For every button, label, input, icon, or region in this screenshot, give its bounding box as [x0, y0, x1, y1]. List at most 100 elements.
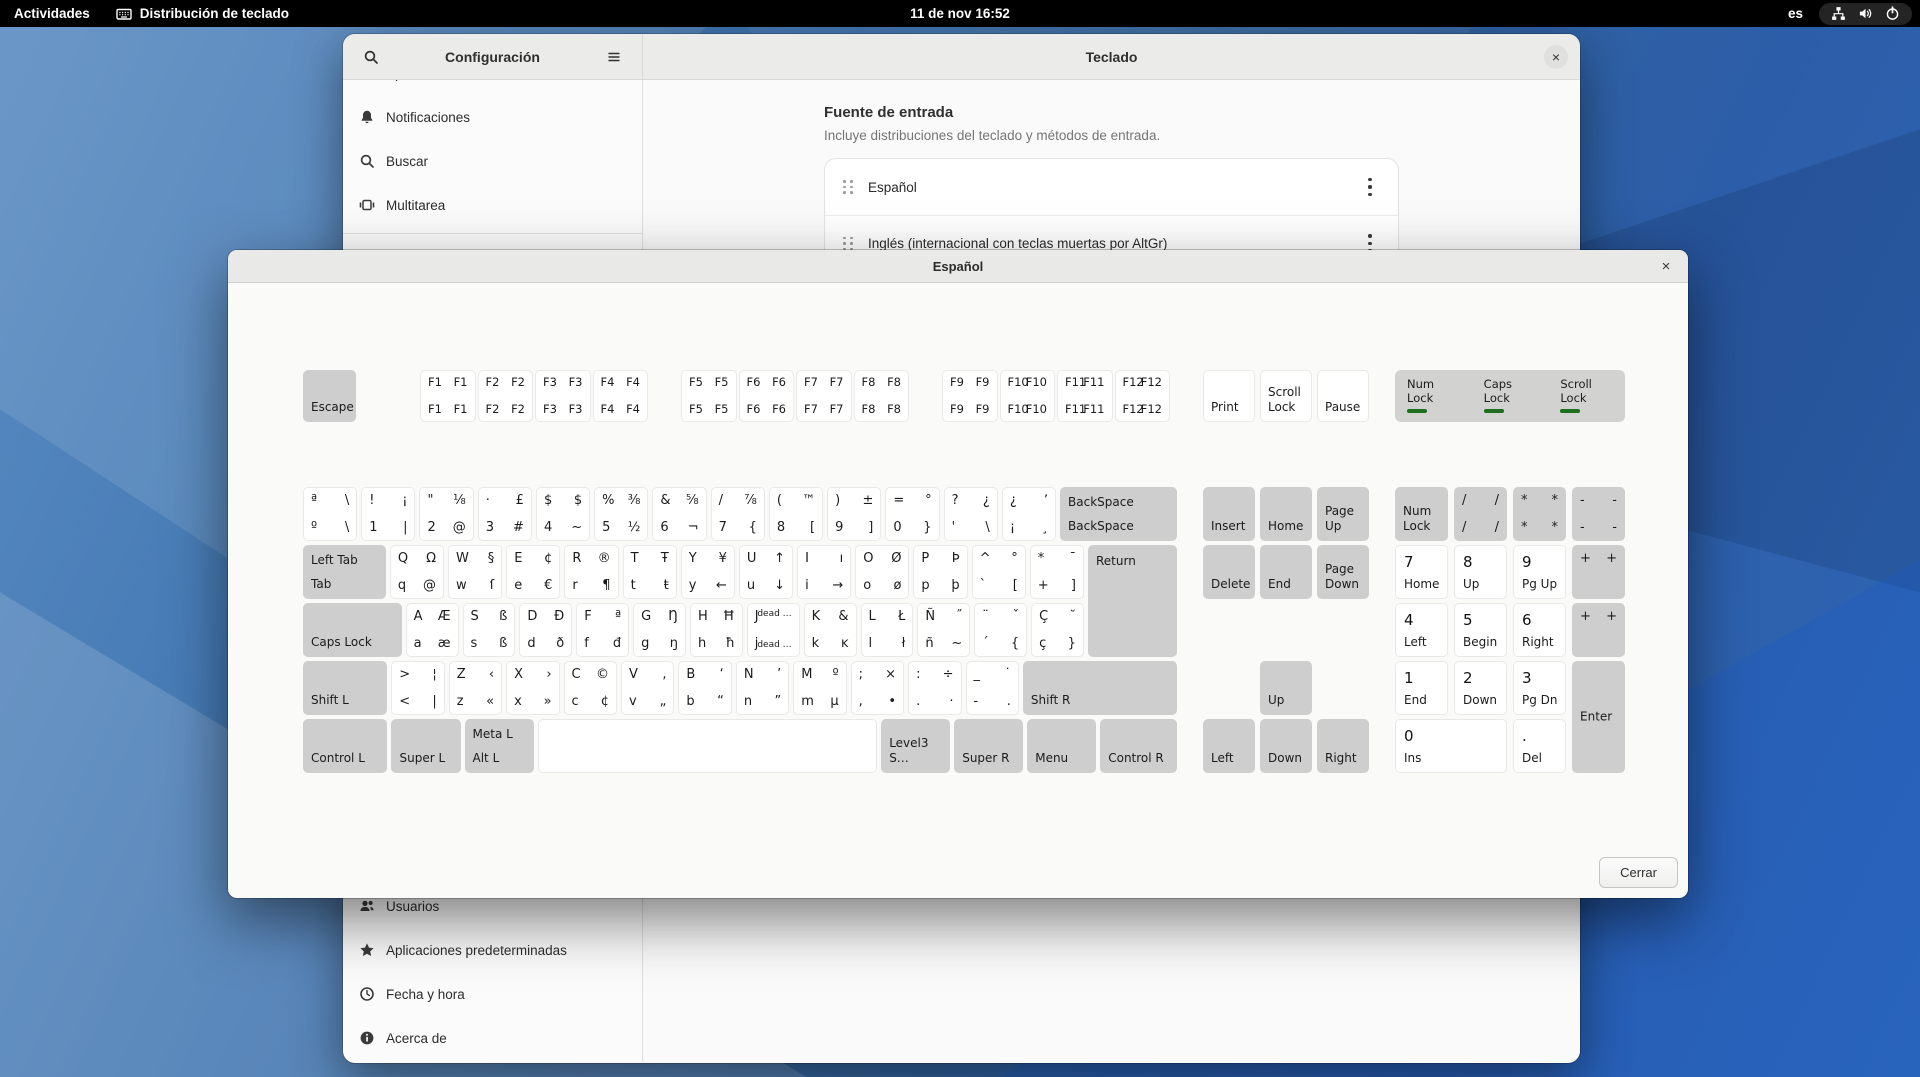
- function-row: EscapeF1F1F1F1F2F2F2F2F3F3F3F3F4F4F4F4F5…: [303, 370, 1177, 422]
- input-source-indicator[interactable]: es: [1788, 6, 1803, 21]
- key-right: Right: [1317, 719, 1369, 773]
- keyboard-main-block: EscapeF1F1F1F1F2F2F2F2F3F3F3F3F4F4F4F4F5…: [303, 370, 1177, 773]
- system-menu-button[interactable]: [1819, 3, 1912, 25]
- nav-row: InsertHomePage Up: [1203, 487, 1369, 541]
- close-dialog-button[interactable]: Cerrar: [1599, 857, 1678, 888]
- key-6: 6Right: [1513, 603, 1566, 657]
- keyboard-icon: [116, 6, 132, 22]
- key-sym: :÷.·: [908, 661, 961, 715]
- key-f2: F2F2F2F2: [478, 370, 534, 422]
- key-v: V‚v„: [621, 661, 674, 715]
- key-h: HĦhħ: [690, 603, 743, 657]
- sidebar-item-multitarea[interactable]: Multitarea: [343, 183, 642, 227]
- key-8: (™8[: [769, 487, 823, 541]
- key-super-r: Super R: [954, 719, 1023, 773]
- volume-icon: [1858, 6, 1873, 21]
- multitask-icon: [359, 197, 375, 213]
- key-sym: Ç˘ç}: [1031, 603, 1084, 657]
- keyboard-nav-block: PrintScroll LockPauseInsertHomePage UpDe…: [1203, 370, 1369, 773]
- key-9: 9Pg Up: [1513, 545, 1566, 599]
- key-plus: ++: [1572, 603, 1625, 657]
- sidebar-item-aplicaciones-predeterminadas[interactable]: Aplicaciones predeterminadas: [343, 928, 642, 972]
- key-sym: ////: [1454, 487, 1507, 541]
- key-shift-r: Shift R: [1023, 661, 1177, 715]
- numpad-row: Num Lock////****----: [1395, 487, 1625, 541]
- search-icon: [359, 153, 375, 169]
- activities-button[interactable]: Actividades: [14, 6, 90, 21]
- dialog-close-button[interactable]: ×: [1654, 254, 1678, 278]
- key-5: 5Begin: [1454, 603, 1507, 657]
- key-down: Down: [1260, 719, 1312, 773]
- key-sym: Ñ˝ñ~: [917, 603, 970, 657]
- sidebar-item-label: Fecha y hora: [386, 987, 465, 1002]
- source-options-button[interactable]: [1352, 169, 1388, 205]
- nav-row: Up: [1203, 661, 1369, 715]
- sidebar-item-notificaciones[interactable]: Notificaciones: [343, 95, 642, 139]
- bell-icon: [359, 109, 375, 125]
- fkey-group: F1F1F1F1F2F2F2F2F3F3F3F3F4F4F4F4: [420, 370, 648, 422]
- key-f10: F10F10F10F10: [1000, 370, 1056, 422]
- key-sym: ª\º\: [303, 487, 357, 541]
- sidebar-item-fecha-y-hora[interactable]: Fecha y hora: [343, 972, 642, 1016]
- menu-icon[interactable]: [600, 43, 628, 71]
- key-7: /⅞7{: [711, 487, 765, 541]
- key-n: N’n”: [736, 661, 789, 715]
- key-scroll-lock: Scroll Lock: [1260, 370, 1312, 422]
- input-source-row[interactable]: Español: [825, 159, 1398, 215]
- key-alt-l: Meta LAlt L: [465, 719, 534, 773]
- key-s: Sßsß: [463, 603, 516, 657]
- sidebar-item-buscar[interactable]: Buscar: [343, 139, 642, 183]
- sidebar-item-label: Apariencia: [386, 80, 450, 81]
- key-sym: ****: [1513, 487, 1566, 541]
- sidebar-item-apariencia[interactable]: Apariencia: [343, 80, 642, 95]
- key-8: 8Up: [1454, 545, 1507, 599]
- clock-icon: [359, 986, 375, 1002]
- search-button[interactable]: [357, 43, 385, 71]
- key-sym: ?¿'\: [944, 487, 998, 541]
- key-6: &⅝6¬: [652, 487, 706, 541]
- key-q: QΩq@: [390, 545, 444, 599]
- key-b: B‘b“: [678, 661, 731, 715]
- key-l: LŁlł: [861, 603, 914, 657]
- sidebar-item-label: Aplicaciones predeterminadas: [386, 943, 567, 958]
- nav-row: LeftDownRight: [1203, 719, 1369, 773]
- fkey-group: F9F9F9F9F10F10F10F10F11F11F11F11F12F12F1…: [942, 370, 1170, 422]
- keyboard-layout-view: EscapeF1F1F1F1F2F2F2F2F3F3F3F3F4F4F4F4F5…: [303, 370, 1633, 773]
- key-4: $$4~: [536, 487, 590, 541]
- key-plus: ++: [1572, 545, 1625, 599]
- key-up: Up: [1260, 661, 1312, 715]
- key-pause: Pause: [1317, 370, 1369, 422]
- sidebar-separator: [343, 233, 642, 234]
- key-k: K&kĸ: [804, 603, 857, 657]
- sidebar-item-label: Multitarea: [386, 198, 445, 213]
- key-x: X›x»: [506, 661, 559, 715]
- key-y: Y¥y←: [681, 545, 735, 599]
- key-5: %⅜5½: [594, 487, 648, 541]
- key-0: =°0}: [885, 487, 939, 541]
- key-f11: F11F11F11F11: [1057, 370, 1113, 422]
- info-icon: [359, 1030, 375, 1046]
- key-sym: .Del: [1513, 719, 1566, 773]
- settings-title: Configuración: [343, 49, 642, 65]
- clock-button[interactable]: 11 de nov 16:52: [910, 6, 1010, 21]
- keyboard-layout-dialog: Español × EscapeF1F1F1F1F2F2F2F2F3F3F3F3…: [228, 250, 1688, 898]
- drag-handle-icon[interactable]: [843, 180, 854, 194]
- keyboard-layout-indicator[interactable]: Distribución de teclado: [116, 6, 289, 22]
- power-icon: [1885, 6, 1900, 21]
- key-r: R®r¶: [564, 545, 618, 599]
- appearance-icon: [359, 80, 375, 81]
- key-3: 3Pg Dn: [1513, 661, 1566, 715]
- key-sym: *¯+]: [1030, 545, 1084, 599]
- key-f8: F8F8F8F8: [854, 370, 910, 422]
- keyboard-numpad-block: Num Lock////****----7Home8Up9Pg Up++4Lef…: [1395, 370, 1625, 773]
- numpad-row: 4Left5Begin6Right++: [1395, 603, 1625, 657]
- drag-handle-icon[interactable]: [843, 237, 854, 251]
- key-shift-l: Shift L: [303, 661, 387, 715]
- network-icon: [1831, 6, 1846, 21]
- key-super-l: Super L: [391, 719, 460, 773]
- dialog-title: Español: [933, 259, 984, 274]
- sidebar-item-acerca-de[interactable]: Acerca de: [343, 1016, 642, 1060]
- settings-close-button[interactable]: ×: [1544, 45, 1568, 69]
- key-2: "⅛2@: [419, 487, 473, 541]
- key-1: !¡1|: [361, 487, 415, 541]
